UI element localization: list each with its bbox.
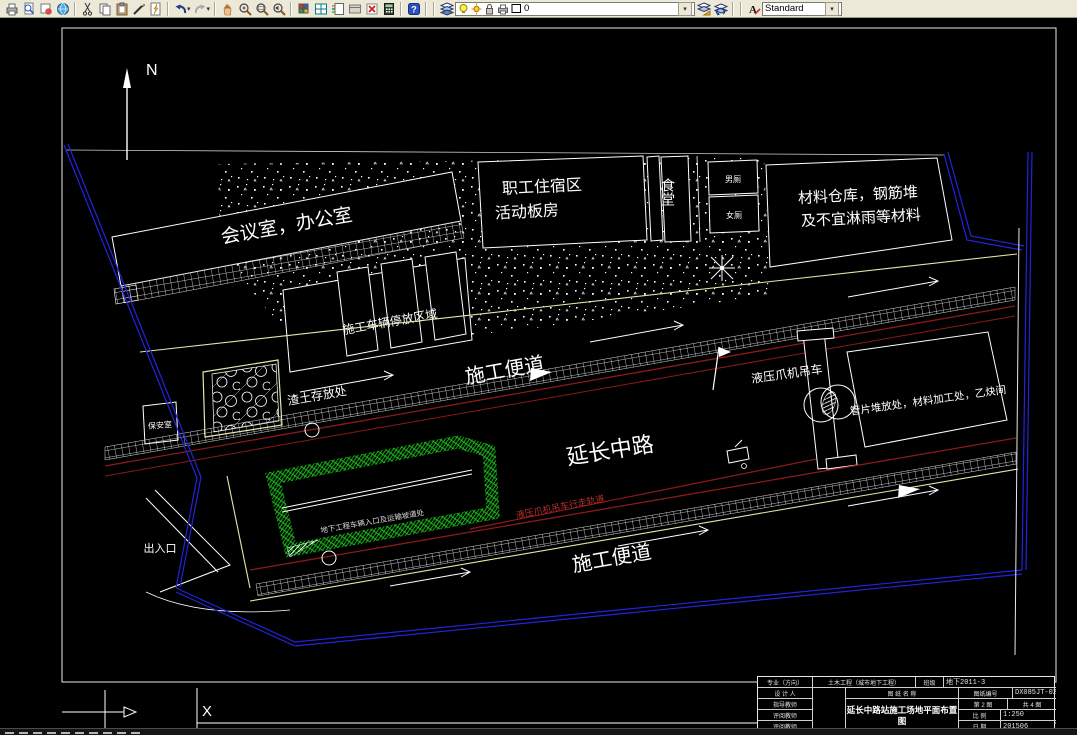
scale-label: 比 例 <box>959 710 1001 721</box>
undo-dropdown-icon[interactable]: ▾ <box>187 5 191 13</box>
tree-symbol <box>709 255 735 281</box>
taskbar-fragment <box>33 731 42 734</box>
sheet-total: 共 4 图 <box>1008 699 1056 710</box>
redo-dropdown-icon[interactable]: ▾ <box>207 5 211 13</box>
application-window: ▾ ▾ ? 0 ▾ A Standard ▾ N 会议室，办公室 职工住宿区 活… <box>0 0 1077 735</box>
taskbar-fragment <box>47 731 56 734</box>
toolbar-separator <box>425 1 428 16</box>
zoom-previous-icon[interactable] <box>270 1 287 17</box>
canteen-label: 食堂 <box>660 177 676 206</box>
reviewer-label: 评阅教师 <box>758 710 813 721</box>
north-label: N <box>146 62 158 79</box>
toolbar-separator <box>740 1 743 16</box>
cut-icon[interactable] <box>79 1 96 17</box>
toolbar-separator <box>167 1 169 16</box>
male-toilet-label: 男厕 <box>725 175 741 184</box>
taskbar-fragment <box>103 731 112 734</box>
layer-freeze-sun-icon[interactable] <box>471 3 482 15</box>
toolbar-separator <box>74 1 76 16</box>
quickcalc-icon[interactable] <box>380 1 397 17</box>
designer-value-blank <box>813 688 846 732</box>
taskbar-sliver[interactable] <box>0 728 1077 735</box>
layer-combobox[interactable]: 0 ▾ <box>455 1 696 16</box>
cursor-x-mark: X <box>202 703 212 720</box>
layer-plot-icon[interactable] <box>497 3 509 15</box>
taskbar-fragment <box>89 731 98 734</box>
toolbar-separator <box>732 1 735 16</box>
designcenter-icon[interactable] <box>312 1 329 17</box>
security-label: 保安室 <box>148 419 173 431</box>
text-style-icon[interactable]: A <box>745 1 762 17</box>
class-label: 班级 <box>916 677 944 688</box>
zoom-window-icon[interactable] <box>253 1 270 17</box>
layer-on-bulb-icon[interactable] <box>458 3 469 15</box>
drawing-number-value: DX085JT-02 <box>1013 689 1056 699</box>
copy-icon[interactable] <box>96 1 113 17</box>
layers-icon[interactable] <box>438 1 455 17</box>
taskbar-fragment <box>5 731 14 734</box>
model-space-canvas[interactable]: N 会议室，办公室 职工住宿区 活动板房 食堂 男厕 女厕 材料仓库，钢筋堆 及… <box>0 0 1077 735</box>
taskbar-fragment <box>75 731 84 734</box>
taskbar-fragment <box>19 731 28 734</box>
specialty-label: 专业（方向） <box>758 677 813 688</box>
properties-palette-icon[interactable] <box>295 1 312 17</box>
toolbar-separator <box>290 1 293 16</box>
text-style-value: Standard <box>765 3 804 14</box>
text-style-combobox[interactable]: Standard ▾ <box>762 1 843 16</box>
specialty-value: 土木工程（城市地下工程） <box>813 677 916 688</box>
plot-stamp-icon[interactable] <box>37 1 54 17</box>
advisor-label: 指导教师 <box>758 699 813 710</box>
dormitory-building: 职工住宿区 活动板房 <box>477 155 664 249</box>
svg-text:?: ? <box>411 4 417 14</box>
help-icon[interactable]: ? <box>405 1 422 17</box>
toilet-buildings: 男厕 女厕 <box>707 159 760 234</box>
layer-states-icon[interactable] <box>712 1 729 17</box>
toolbar-separator <box>400 1 403 16</box>
toolbar-separator <box>433 1 436 16</box>
designer-label: 设 计 人 <box>758 688 813 699</box>
sheet-set-manager-icon[interactable] <box>346 1 363 17</box>
layer-lock-icon[interactable] <box>484 3 495 15</box>
print-icon[interactable] <box>3 1 20 17</box>
match-properties-icon[interactable] <box>130 1 147 17</box>
layer-name-value: 0 <box>524 3 530 14</box>
paste-icon[interactable] <box>113 1 130 17</box>
drawing-name-header: 图 纸 名 称 <box>846 688 959 699</box>
block-editor-icon[interactable] <box>147 1 164 17</box>
markup-set-manager-icon[interactable] <box>363 1 380 17</box>
layer-color-swatch[interactable] <box>511 3 522 14</box>
sheet-number: 第 2 图 <box>959 699 1008 710</box>
toolbar: ▾ ▾ ? 0 ▾ A Standard ▾ <box>0 0 1077 18</box>
layer-previous-icon[interactable] <box>695 1 712 17</box>
print-preview-icon[interactable] <box>20 1 37 17</box>
layer-dropdown-icon[interactable]: ▾ <box>678 1 693 16</box>
title-block: 专业（方向） 土木工程（城市地下工程） 班级 地下2011-3 设 计 人 图 … <box>757 676 1056 732</box>
dormitory-label-line2: 活动板房 <box>495 201 560 222</box>
class-value: 地下2011-3 <box>944 677 1056 688</box>
toolbar-separator <box>214 1 217 16</box>
zoom-realtime-icon[interactable] <box>236 1 253 17</box>
pan-icon[interactable] <box>219 1 236 17</box>
female-toilet-label: 女厕 <box>726 210 742 220</box>
text-style-dropdown-icon[interactable]: ▾ <box>825 1 840 16</box>
tool-palettes-icon[interactable] <box>329 1 346 17</box>
taskbar-fragment <box>117 731 126 734</box>
scale-value: 1:250 <box>1001 710 1056 721</box>
taskbar-fragment <box>131 731 140 734</box>
taskbar-fragment <box>61 731 70 734</box>
entrance-label: 出入口 <box>144 541 177 555</box>
drawing-number-label: 图纸编号 <box>959 688 1013 699</box>
publish-web-icon[interactable] <box>54 1 71 17</box>
